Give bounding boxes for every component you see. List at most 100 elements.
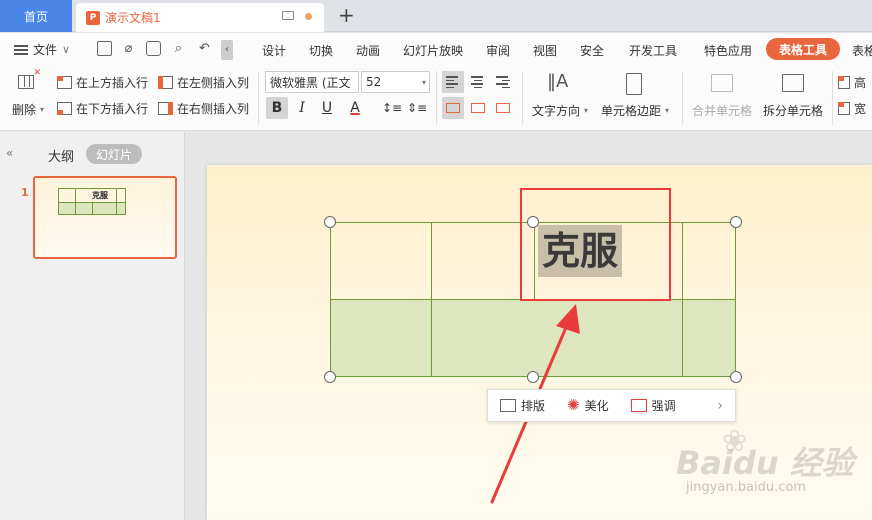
text-direction-icon[interactable]: ‖A xyxy=(547,71,568,92)
menu-view[interactable]: 视图 xyxy=(533,42,557,59)
row-height-control[interactable]: 高 xyxy=(838,74,866,91)
menu-special[interactable]: 特色应用 xyxy=(704,42,752,59)
beautify-label: 美化 xyxy=(584,399,609,413)
collapse-panel-icon[interactable]: « xyxy=(6,146,13,160)
height-label: 高 xyxy=(854,76,867,90)
valign-top-button[interactable] xyxy=(442,97,464,119)
emphasize-button[interactable]: 强调 xyxy=(630,397,676,414)
slides-tab[interactable]: 幻灯片 xyxy=(86,144,142,164)
valign-middle-button[interactable] xyxy=(467,97,489,119)
cell-margin-label: 单元格边距 xyxy=(601,104,662,118)
split-cells-label: 拆分单元格 xyxy=(763,104,824,118)
insert-row-above-button[interactable]: 在上方插入行 xyxy=(57,74,148,91)
height-icon xyxy=(838,76,850,89)
insert-col-left-label: 在左侧插入列 xyxy=(177,76,250,90)
align-center-button[interactable] xyxy=(467,71,489,93)
resize-handle[interactable] xyxy=(730,216,742,228)
valign-bottom-button[interactable] xyxy=(492,97,514,119)
ribbon-divider xyxy=(832,71,833,125)
emphasize-label: 强调 xyxy=(651,399,676,413)
layout-button[interactable]: 排版 xyxy=(500,397,545,414)
slide-thumbnail[interactable]: 克服 xyxy=(33,176,177,259)
watermark-url: jingyan.baidu.com xyxy=(686,480,806,495)
print-preview-icon[interactable]: ⌕ xyxy=(171,41,186,56)
line-spacing-icon[interactable]: ↕≡ xyxy=(381,97,403,119)
text-direction-button[interactable]: 文字方向 ▾ xyxy=(532,102,588,119)
italic-button[interactable]: I xyxy=(291,97,313,119)
menu-transition[interactable]: 切换 xyxy=(309,42,333,59)
thumbnail-text: 克服 xyxy=(92,191,108,200)
resize-handle[interactable] xyxy=(324,216,336,228)
bold-button[interactable]: B xyxy=(266,97,288,119)
format-painter-icon[interactable]: ⌀ xyxy=(121,41,136,56)
delete-button[interactable]: 删除 ▾ xyxy=(12,101,44,118)
width-label: 宽 xyxy=(854,102,867,116)
layout-icon xyxy=(500,399,516,412)
font-name-value: 微软雅黑 (正文 xyxy=(270,75,351,90)
insert-col-right-label: 在右侧插入列 xyxy=(177,102,250,116)
menu-design[interactable]: 设计 xyxy=(262,42,286,59)
insert-col-left-button[interactable]: 在左侧插入列 xyxy=(158,74,249,91)
delete-table-icon[interactable] xyxy=(18,68,41,89)
slide-panel: « 大纲 幻灯片 1 克服 xyxy=(0,132,185,520)
hamburger-icon xyxy=(14,44,28,55)
col-width-control[interactable]: 宽 xyxy=(838,100,866,117)
menu-animation[interactable]: 动画 xyxy=(356,42,380,59)
font-size-select[interactable]: 52 ▾ xyxy=(361,71,430,93)
menu-security[interactable]: 安全 xyxy=(580,42,604,59)
underline-button[interactable]: U xyxy=(316,97,338,119)
tab-document[interactable]: P 演示文稿1 xyxy=(76,3,324,32)
presentation-icon: P xyxy=(86,10,100,25)
menu-review[interactable]: 审阅 xyxy=(486,42,510,59)
resize-handle[interactable] xyxy=(730,371,742,383)
paragraph-spacing-icon[interactable]: ⇕≡ xyxy=(406,97,428,119)
insert-row-above-label: 在上方插入行 xyxy=(76,76,149,90)
unsaved-dot-icon[interactable] xyxy=(305,13,312,20)
layout-label: 排版 xyxy=(521,399,546,413)
menu-slideshow[interactable]: 幻灯片放映 xyxy=(403,42,463,59)
font-name-select[interactable]: 微软雅黑 (正文 xyxy=(265,71,359,93)
cell-margin-icon[interactable] xyxy=(626,73,642,95)
print-icon[interactable] xyxy=(146,41,161,56)
menu-table-style[interactable]: 表格 xyxy=(852,42,872,59)
tab-home[interactable]: 首页 xyxy=(0,0,72,32)
insert-row-below-button[interactable]: 在下方插入行 xyxy=(57,100,148,117)
emphasize-icon xyxy=(630,399,647,412)
menu-table-tools[interactable]: 表格工具 xyxy=(766,38,840,60)
width-icon xyxy=(838,102,850,115)
new-tab-icon[interactable]: + xyxy=(338,4,355,26)
highlight-box xyxy=(520,188,671,301)
text-direction-label: 文字方向 xyxy=(532,104,581,118)
split-cells-button[interactable]: 拆分单元格 xyxy=(763,102,823,119)
resize-handle[interactable] xyxy=(324,371,336,383)
file-menu-label: 文件 xyxy=(33,43,58,57)
insert-col-left-icon xyxy=(158,76,173,89)
merge-cells-label: 合并单元格 xyxy=(692,104,753,118)
tab-bar: 首页 P 演示文稿1 + xyxy=(0,0,872,32)
font-color-button[interactable]: A xyxy=(344,97,366,119)
chevron-right-icon[interactable]: › xyxy=(717,398,723,414)
save-icon[interactable] xyxy=(97,41,112,56)
monitor-icon[interactable] xyxy=(282,11,294,20)
cell-margin-button[interactable]: 单元格边距 ▾ xyxy=(601,102,669,119)
collapse-toolbar-icon[interactable]: ‹ xyxy=(221,40,233,60)
outline-tab[interactable]: 大纲 xyxy=(48,146,74,165)
chevron-down-icon: ∨ xyxy=(62,43,71,56)
split-cells-icon[interactable] xyxy=(782,74,804,92)
sparkle-icon: ✺ xyxy=(567,396,580,414)
insert-col-right-icon xyxy=(158,102,173,115)
menu-bar: 文件 ∨ ⌀ ⌕ ↶ ‹ 设计 切换 动画 幻灯片放映 审阅 视图 安全 开发工… xyxy=(0,33,872,65)
file-menu[interactable]: 文件 ∨ xyxy=(14,41,70,58)
undo-icon[interactable]: ↶ xyxy=(197,41,212,56)
align-right-button[interactable] xyxy=(492,71,514,93)
insert-row-below-icon xyxy=(57,102,72,115)
table-column-border xyxy=(431,223,432,376)
document-title: 演示文稿1 xyxy=(105,11,161,25)
menu-developer[interactable]: 开发工具 xyxy=(629,42,677,59)
dropdown-arrow-icon: ▾ xyxy=(421,77,426,87)
insert-row-above-icon xyxy=(57,76,72,89)
insert-col-right-button[interactable]: 在右侧插入列 xyxy=(158,100,249,117)
beautify-button[interactable]: ✺ 美化 xyxy=(567,397,609,414)
merge-cells-icon xyxy=(711,74,733,92)
align-left-button[interactable] xyxy=(442,71,464,93)
